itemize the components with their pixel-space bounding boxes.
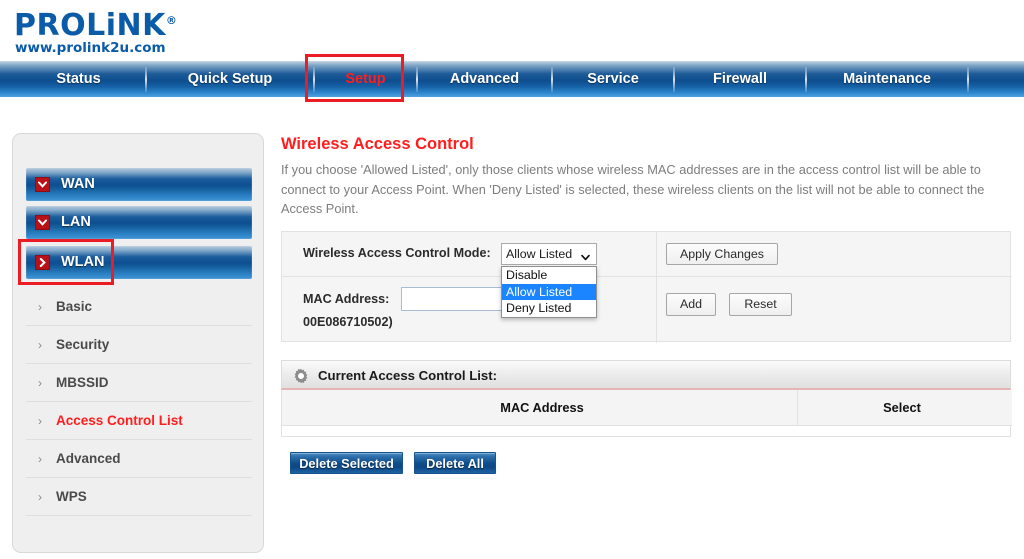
column-header-mac-address: MAC Address [500, 400, 584, 415]
sidebar-group-wan[interactable]: WAN [26, 168, 252, 201]
chevron-down-icon [35, 215, 50, 230]
nav-tab-status[interactable]: Status [12, 61, 145, 97]
form-row-mode: Wireless Access Control Mode: Allow List… [282, 232, 1012, 318]
sidebar-item-security[interactable]: › Security [26, 326, 252, 364]
nav-tab-setup[interactable]: Setup [315, 61, 416, 97]
gear-icon [293, 368, 309, 384]
sidebar-item-label: MBSSID [56, 375, 109, 390]
reset-button[interactable]: Reset [729, 293, 792, 316]
add-label: Add [679, 297, 703, 311]
nav-separator [967, 67, 969, 92]
sidebar-item-label: WPS [56, 489, 87, 504]
router-admin-page: PROLiNK® www.prolink2u.com Status Quick S… [0, 0, 1024, 559]
mode-select-value: Allow Listed [506, 247, 573, 261]
chevron-right-icon: › [38, 414, 42, 428]
access-control-form-panel: Wireless Access Control Mode: Allow List… [281, 231, 1012, 343]
delete-selected-label: Delete Selected [299, 456, 394, 471]
sidebar-group-wlan[interactable]: WLAN [26, 246, 252, 279]
sidebar-item-basic[interactable]: › Basic [26, 288, 252, 326]
chevron-down-icon [580, 249, 591, 261]
list-section-title: Current Access Control List: [318, 368, 498, 383]
delete-all-label: Delete All [426, 456, 484, 471]
chevron-down-icon [35, 177, 50, 192]
mode-option-disable[interactable]: Disable [502, 267, 596, 284]
sidebar-item-wps[interactable]: › WPS [26, 478, 252, 516]
main-content: Wireless Access Control If you choose 'A… [281, 134, 1011, 219]
add-button[interactable]: Add [666, 293, 716, 316]
current-access-control-list-panel: Current Access Control List: MAC Address… [281, 360, 1012, 437]
chevron-right-icon: › [38, 490, 42, 504]
brand-url: www.prolink2u.com [15, 40, 166, 56]
apply-changes-label: Apply Changes [679, 247, 765, 261]
chevron-right-icon: › [38, 300, 42, 314]
registered-mark: ® [165, 14, 178, 27]
delete-selected-button[interactable]: Delete Selected [290, 452, 403, 474]
mac-address-label: MAC Address: [303, 292, 390, 306]
delete-all-button[interactable]: Delete All [414, 452, 496, 474]
mode-option-deny-listed[interactable]: Deny Listed [502, 300, 596, 317]
sidebar-item-access-control-list[interactable]: › Access Control List [26, 402, 252, 440]
page-title: Wireless Access Control [281, 135, 474, 153]
top-navigation-bar: Status Quick Setup Setup Advanced Service Fir… [0, 61, 1024, 97]
sidebar-item-label: Advanced [56, 451, 121, 466]
nav-tab-quick-setup[interactable]: Quick Setup [147, 61, 313, 97]
chevron-right-icon: › [38, 452, 42, 466]
sidebar-group-label: LAN [61, 214, 91, 230]
column-header-select: Select [797, 390, 1006, 426]
nav-tab-service[interactable]: Service [553, 61, 673, 97]
nav-tab-advanced[interactable]: Advanced [418, 61, 551, 97]
nav-tab-firewall[interactable]: Firewall [675, 61, 805, 97]
chevron-right-icon [35, 255, 50, 270]
sidebar-item-label: Access Control List [56, 413, 183, 428]
access-control-table: MAC Address Select [281, 390, 1012, 437]
top-nav-items: Status Quick Setup Setup Advanced Service Fir… [0, 61, 1024, 97]
form-row-mac: MAC Address: 00E086710502) Add Reset [282, 277, 1012, 342]
sidebar-group-label: WLAN [61, 254, 105, 270]
mac-address-hint: 00E086710502) [303, 315, 393, 329]
list-section-header: Current Access Control List: [281, 360, 1011, 390]
nav-tab-maintenance[interactable]: Maintenance [807, 61, 967, 97]
mode-label: Wireless Access Control Mode: [303, 246, 491, 260]
sidebar-item-label: Security [56, 337, 110, 352]
sidebar-item-advanced[interactable]: › Advanced [26, 440, 252, 478]
chevron-right-icon: › [38, 338, 42, 352]
sidebar-item-label: Basic [56, 299, 93, 314]
reset-label: Reset [744, 297, 777, 311]
mode-select-wrapper: Allow Listed Disable Allow Listed Deny Lis… [501, 243, 597, 318]
chevron-right-icon: › [38, 376, 42, 390]
brand-name: PROLiNK® [14, 8, 178, 43]
sidebar-group-lan[interactable]: LAN [26, 206, 252, 239]
access-control-mode-select[interactable]: Allow Listed [501, 243, 597, 265]
mode-select-dropdown-list: Disable Allow Listed Deny Listed [501, 266, 597, 318]
table-header-row: MAC Address Select [282, 390, 1012, 426]
sidebar-group-label: WAN [61, 176, 95, 192]
apply-changes-button[interactable]: Apply Changes [666, 243, 778, 265]
sidebar-item-mbssid[interactable]: › MBSSID [26, 364, 252, 402]
brand-logo: PROLiNK® www.prolink2u.com [14, 4, 274, 57]
mode-option-allow-listed[interactable]: Allow Listed [502, 283, 596, 300]
page-description: If you choose 'Allowed Listed', only tho… [281, 162, 985, 216]
sidebar-panel: WAN LAN WLAN › Basic › Security › MBSSID › Acce… [12, 133, 264, 553]
